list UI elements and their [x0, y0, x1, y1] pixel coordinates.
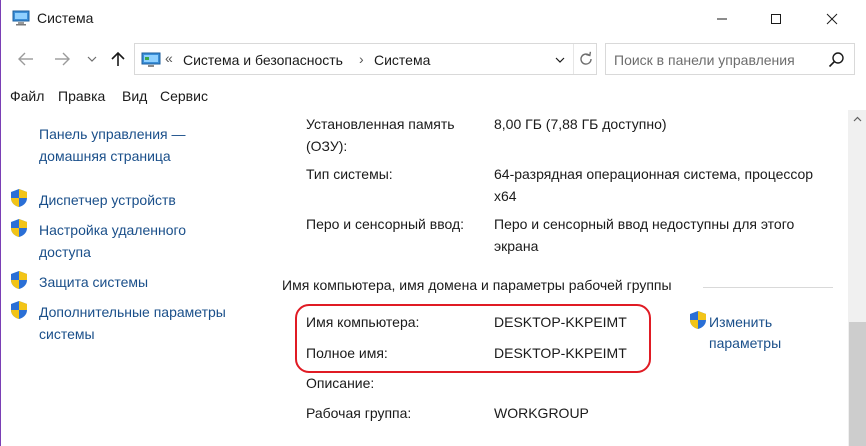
value-line: 64-разрядная операционная система, проце…: [494, 166, 814, 182]
title-bar[interactable]: Система: [1, 0, 866, 38]
full-name-label: Полное имя:: [306, 345, 388, 361]
computer-name-section-title: Имя компьютера, имя домена и параметры р…: [282, 277, 672, 293]
workgroup-value: WORKGROUP: [494, 405, 589, 421]
breadcrumb-system[interactable]: Система: [374, 52, 430, 68]
shield-icon: [10, 270, 28, 290]
ram-value: 8,00 ГБ (7,88 ГБ доступно): [494, 116, 667, 132]
chevron-up-icon: [853, 116, 862, 121]
arrow-right-icon: [55, 52, 70, 66]
menu-tools[interactable]: Сервис: [160, 88, 208, 104]
close-button[interactable]: [809, 0, 855, 38]
forward-button[interactable]: [51, 48, 73, 70]
link-line: Защита системы: [39, 274, 149, 290]
link-line: домашняя страница: [39, 148, 171, 164]
link-line: Дополнительные параметры: [39, 304, 226, 320]
menu-bar: Файл Правка Вид Сервис: [1, 84, 866, 106]
scroll-thumb[interactable]: [849, 322, 866, 446]
breadcrumb-separator[interactable]: ›: [359, 51, 364, 67]
label-line: Установленная память: [306, 116, 455, 132]
vertical-scrollbar[interactable]: [848, 110, 866, 446]
label-line: (ОЗУ):: [306, 138, 348, 154]
refresh-button[interactable]: [573, 44, 597, 74]
maximize-icon: [771, 14, 781, 24]
pen-touch-label: Перо и сенсорный ввод:: [306, 216, 465, 232]
value-line: x64: [494, 188, 517, 204]
change-settings-link[interactable]: Изменить параметры: [709, 312, 781, 354]
menu-file[interactable]: Файл: [10, 88, 44, 104]
link-line: Изменить: [709, 314, 773, 330]
address-bar[interactable]: « Система и безопасность › Система: [134, 43, 597, 75]
search-icon[interactable]: [828, 51, 846, 69]
link-line: Настройка удаленного: [39, 222, 187, 238]
maximize-button[interactable]: [753, 0, 799, 38]
up-button[interactable]: [107, 48, 129, 70]
computer-name-value: DESKTOP-KKPEIMT: [494, 314, 627, 330]
advanced-system-settings-link[interactable]: Дополнительные параметры системы: [39, 301, 226, 345]
pen-touch-value: Перо и сенсорный ввод недоступны для это…: [494, 213, 794, 257]
back-button[interactable]: [15, 48, 37, 70]
shield-icon: [10, 188, 28, 208]
window-title: Система: [37, 10, 94, 26]
chevron-down-icon: [555, 57, 565, 63]
link-line: Панель управления —: [39, 126, 186, 142]
section-divider: [703, 287, 833, 288]
remote-settings-link[interactable]: Настройка удаленного доступа: [39, 219, 186, 263]
arrow-left-icon: [18, 52, 33, 66]
system-window: Система « Система и безопасность › Систе…: [0, 0, 866, 446]
close-icon: [826, 13, 838, 25]
system-type-value: 64-разрядная операционная система, проце…: [494, 163, 813, 207]
value-line: Перо и сенсорный ввод недоступны для это…: [494, 216, 795, 232]
link-line: доступа: [39, 244, 91, 260]
refresh-icon: [579, 51, 592, 65]
breadcrumb-overflow-chevron[interactable]: «: [165, 50, 173, 66]
breadcrumb-system-security[interactable]: Система и безопасность: [183, 52, 343, 68]
shield-icon: [10, 218, 28, 238]
control-panel-icon: [141, 52, 161, 68]
address-dropdown-button[interactable]: [551, 50, 569, 70]
shield-icon: [689, 310, 707, 330]
description-label: Описание:: [306, 375, 375, 391]
system-protection-link[interactable]: Защита системы: [39, 271, 148, 293]
left-task-pane: Панель управления — домашняя страница Ди…: [1, 110, 269, 446]
scroll-up-button[interactable]: [848, 110, 866, 127]
navigation-bar: « Система и безопасность › Система Поиск…: [1, 42, 866, 76]
menu-view[interactable]: Вид: [122, 88, 147, 104]
link-line: Диспетчер устройств: [39, 192, 176, 208]
device-manager-link[interactable]: Диспетчер устройств: [39, 189, 176, 211]
shield-icon: [10, 300, 28, 320]
chevron-down-icon: [87, 56, 97, 62]
control-panel-home-link[interactable]: Панель управления — домашняя страница: [39, 123, 186, 167]
ram-label: Установленная память (ОЗУ):: [306, 113, 455, 157]
workgroup-label: Рабочая группа:: [306, 405, 412, 421]
search-placeholder: Поиск в панели управления: [614, 52, 795, 68]
menu-edit[interactable]: Правка: [58, 88, 105, 104]
search-box[interactable]: Поиск в панели управления: [605, 43, 855, 75]
minimize-button[interactable]: [699, 0, 745, 38]
minimize-icon: [717, 18, 727, 20]
link-line: параметры: [709, 335, 782, 351]
computer-name-label: Имя компьютера:: [306, 314, 420, 330]
full-name-value: DESKTOP-KKPEIMT: [494, 345, 627, 361]
system-type-label: Тип системы:: [306, 166, 393, 182]
computer-icon: [12, 10, 30, 26]
arrow-up-icon: [111, 51, 125, 66]
value-line: экрана: [494, 238, 539, 254]
recent-locations-button[interactable]: [85, 48, 99, 70]
link-line: системы: [39, 326, 95, 342]
